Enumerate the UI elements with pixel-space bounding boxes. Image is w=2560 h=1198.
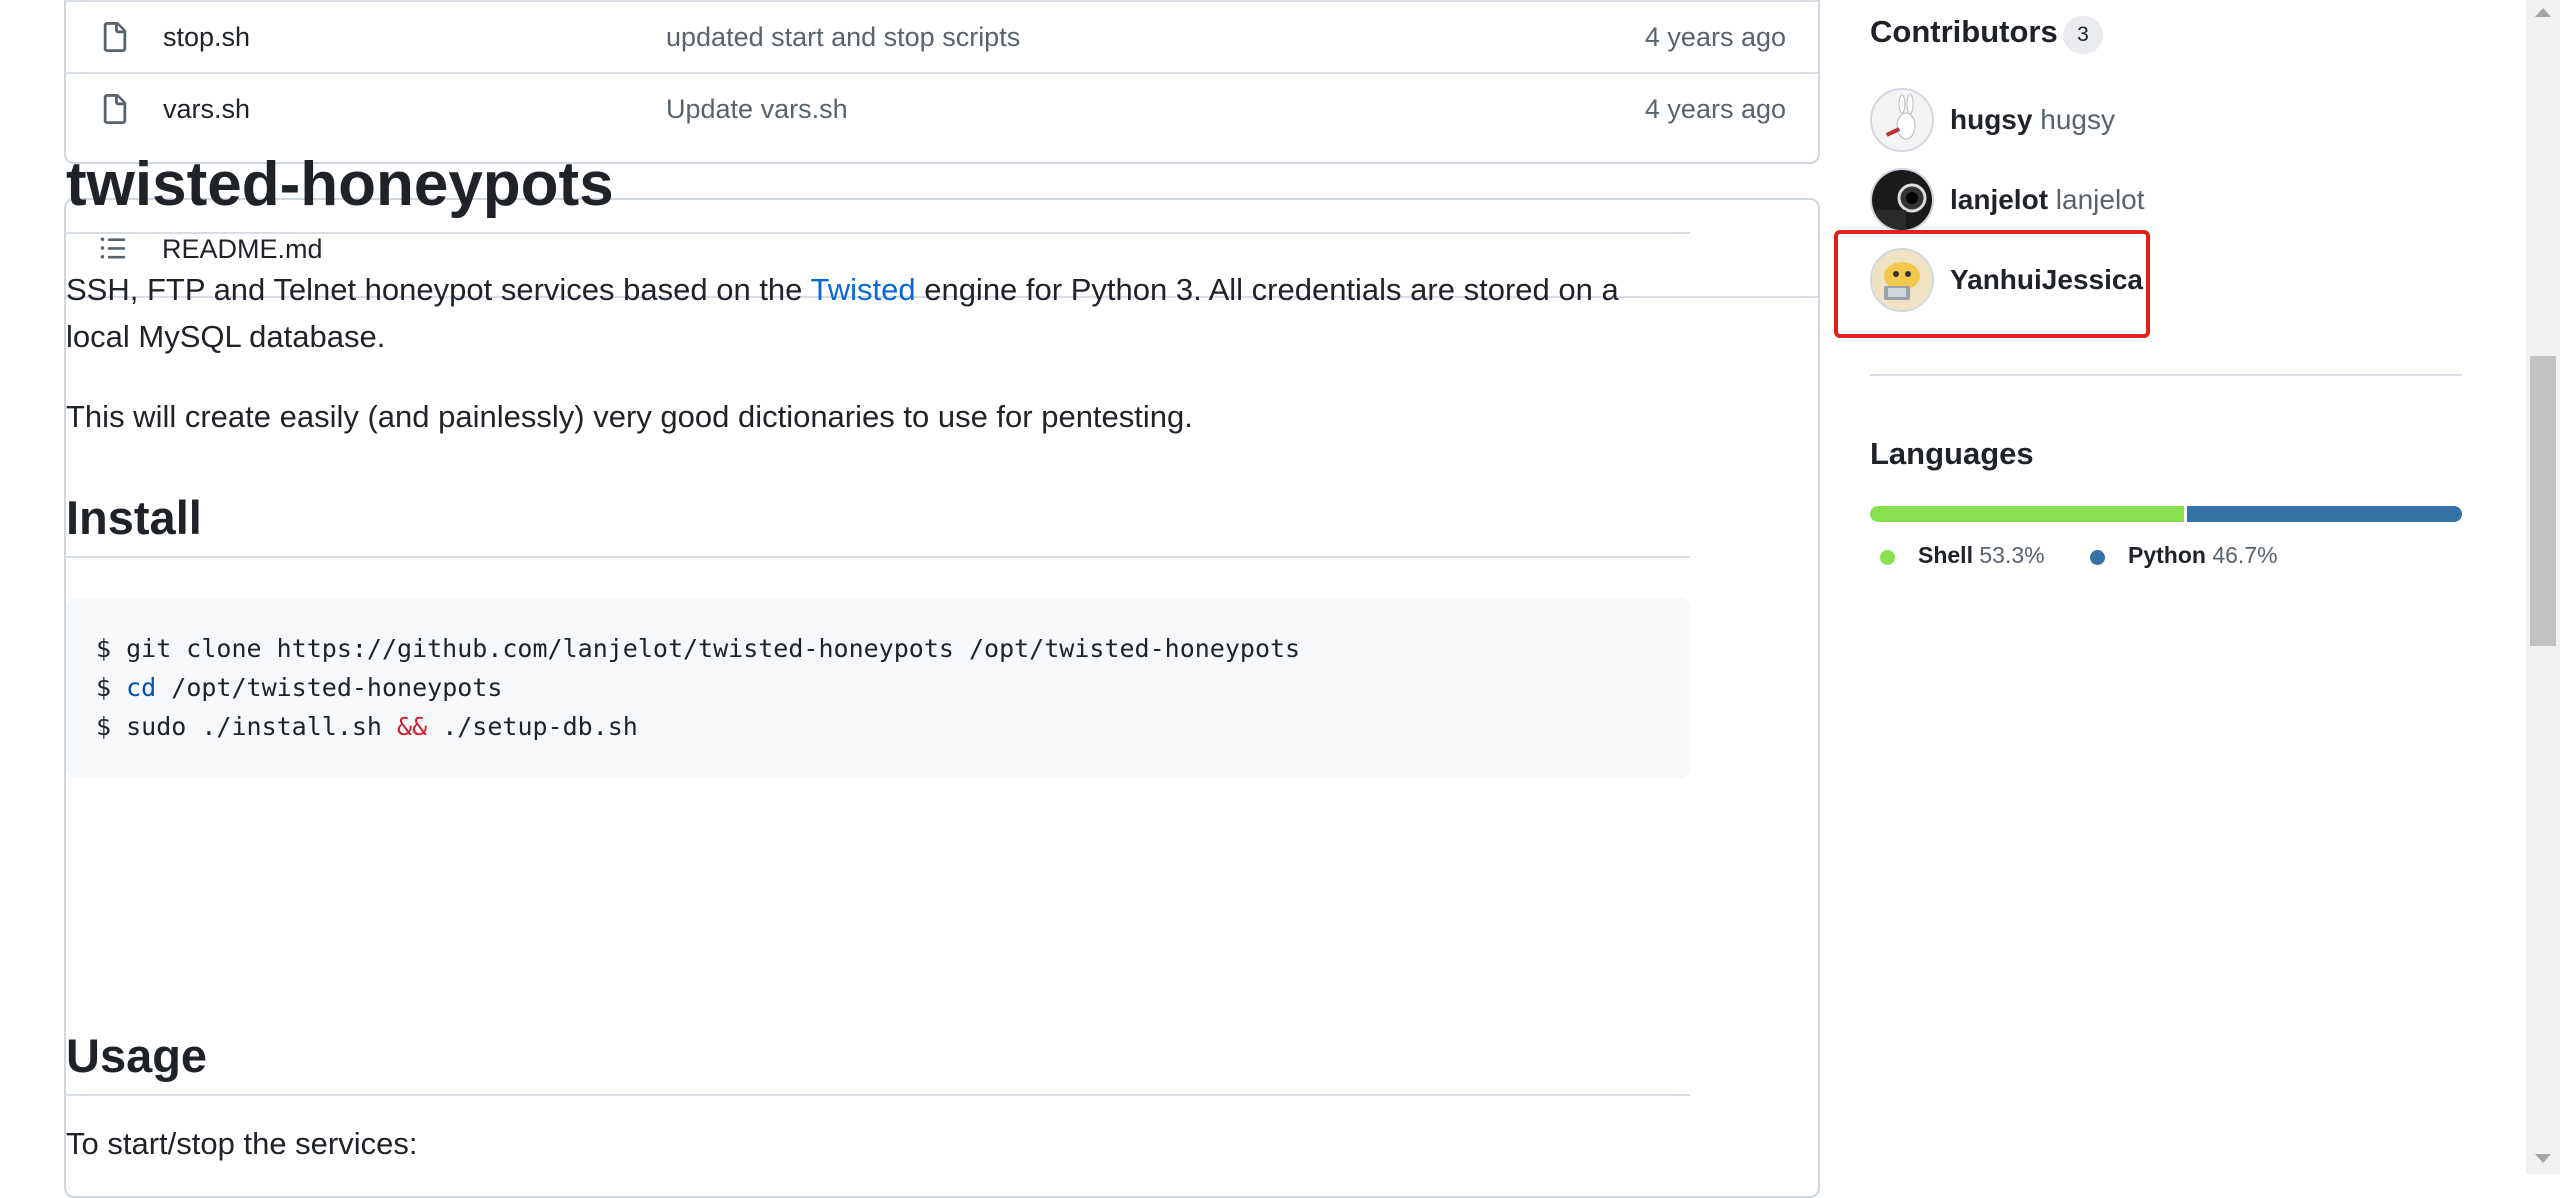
scroll-down-arrow-icon[interactable] [2535, 1154, 2551, 1163]
readme-paragraph: This will create easily (and painlessly)… [66, 399, 1193, 434]
contributors-heading[interactable]: Contributors [1870, 14, 2058, 50]
intro-text: engine for Python 3. All credentials are… [915, 272, 1619, 307]
contributor-item[interactable]: lanjelot lanjelot [1870, 168, 2430, 234]
contributor-item[interactable]: hugsy hugsy [1870, 88, 2430, 154]
language-color-dot [1880, 550, 1895, 565]
file-name[interactable]: stop.sh [163, 22, 250, 53]
language-color-dot [2090, 550, 2105, 565]
commit-age: 4 years ago [1644, 21, 1786, 52]
commit-age: 4 years ago [1644, 93, 1786, 124]
file-row[interactable]: vars.sh Update vars.sh 4 years ago [66, 72, 1818, 144]
code-keyword: cd [126, 673, 157, 702]
language-percent: 46.7% [2212, 542, 2278, 568]
code-text: $ sudo ./install.sh [96, 712, 398, 741]
commit-message[interactable]: updated start and stop scripts [666, 22, 1020, 53]
avatar[interactable] [1870, 168, 1934, 232]
code-operator: && [397, 712, 428, 741]
scrollbar-thumb[interactable] [2530, 356, 2556, 646]
language-percent: 53.3% [1979, 542, 2045, 568]
code-text: ./setup-db.sh [427, 712, 638, 741]
language-bar-segment-python [2187, 506, 2462, 522]
twisted-link[interactable]: Twisted [810, 272, 915, 307]
language-name: Python [2128, 542, 2206, 568]
sidebar-divider [1870, 374, 2462, 376]
code-line: $ git clone https://github.com/lanjelot/… [96, 634, 1301, 663]
repo-sidebar: Contributors 3 hugsy hugsy lanjelot lanj… [1870, 0, 2464, 1174]
contributor-name: lanjelot [2055, 184, 2145, 215]
install-heading: Install [66, 488, 1690, 558]
language-bar-segment-shell [1870, 506, 2184, 522]
contributor-login[interactable]: lanjelot lanjelot [1950, 184, 2145, 216]
file-row[interactable]: stop.sh updated start and stop scripts 4… [66, 0, 1818, 72]
languages-bar [1870, 506, 2462, 522]
usage-heading: Usage [66, 1026, 1690, 1096]
file-icon [103, 22, 127, 52]
code-prompt: $ [96, 673, 127, 702]
code-line: $ cd /opt/twisted-honeypots [96, 673, 502, 702]
file-name[interactable]: vars.sh [163, 94, 250, 125]
contributor-login[interactable]: hugsy hugsy [1950, 104, 2115, 136]
avatar[interactable] [1870, 88, 1934, 152]
commit-message[interactable]: Update vars.sh [666, 94, 848, 125]
intro-text: SSH, FTP and Telnet honeypot services ba… [66, 272, 811, 307]
contributors-count-badge: 3 [2063, 16, 2103, 54]
highlight-box [1834, 230, 2150, 338]
code-text: /opt/twisted-honeypots [156, 673, 503, 702]
readme-intro: SSH, FTP and Telnet honeypot services ba… [66, 266, 1690, 360]
file-icon [103, 94, 127, 124]
outline-list-icon[interactable] [98, 234, 128, 262]
contributor-name: hugsy [2040, 104, 2115, 135]
code-block[interactable]: $ git clone https://github.com/lanjelot/… [66, 598, 1690, 778]
language-name: Shell [1918, 542, 1973, 568]
usage-text: To start/stop the services: [66, 1126, 418, 1161]
page-scrollbar[interactable] [2526, 0, 2560, 1174]
scroll-up-arrow-icon[interactable] [2535, 8, 2551, 17]
readme-title-heading: twisted-honeypots [66, 140, 1690, 234]
code-line: $ sudo ./install.sh && ./setup-db.sh [96, 712, 638, 741]
languages-heading: Languages [1870, 436, 2034, 471]
intro-text: local MySQL database. [66, 319, 386, 354]
readme-filename[interactable]: README.md [162, 234, 323, 265]
